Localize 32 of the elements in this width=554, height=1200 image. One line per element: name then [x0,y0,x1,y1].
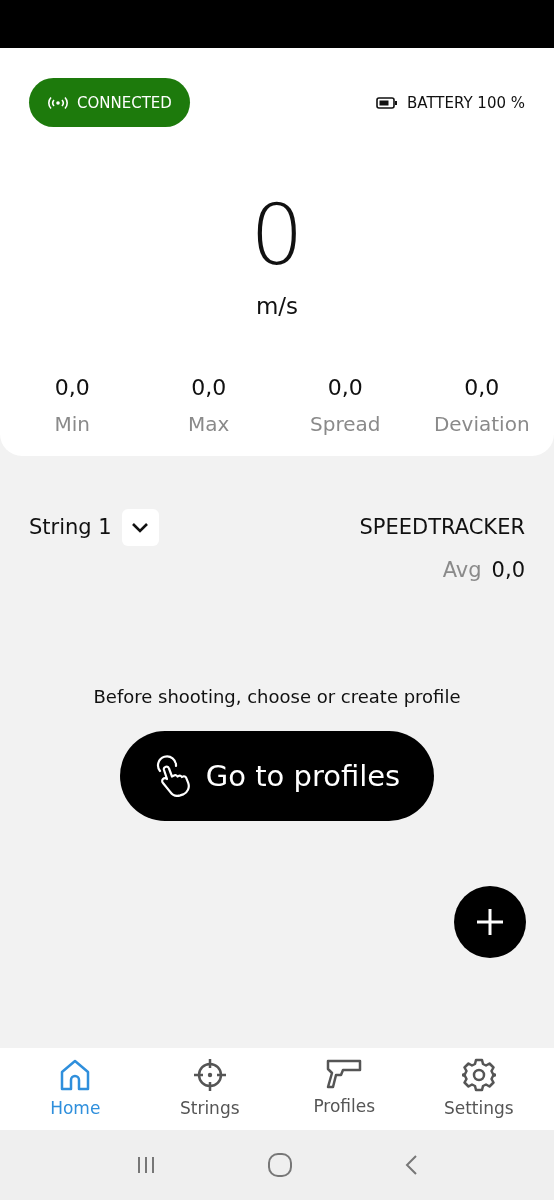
stat-value: 0,0 [54,375,90,400]
crosshair-icon [192,1058,227,1092]
avg-value: 0,0 [491,558,525,582]
pistol-icon [326,1058,363,1090]
nav-tab[interactable]: Settings [423,1048,534,1130]
signal-icon [47,95,69,110]
battery-icon [376,96,398,109]
stat-label: Min [54,412,90,436]
connection-status-chip: CONNECTED [29,78,190,127]
string-dropdown-button[interactable] [121,508,159,546]
stat-label: Max [188,412,230,436]
go-to-profiles-button[interactable]: Go to profiles [120,731,434,821]
recent-apps-icon[interactable] [135,1156,156,1174]
nav-tab[interactable]: Strings [154,1048,265,1130]
battery-label: BATTERY 100 % [407,93,525,112]
stat-value: 0,0 [327,375,363,400]
prompt-text: Before shooting, choose or create profile [93,686,461,707]
avg-label: Avg [442,558,482,582]
back-icon[interactable] [404,1154,419,1176]
plus-icon [475,907,505,937]
string-label: String 1 [29,515,112,539]
settings-icon [461,1058,496,1092]
speed-value: 0 [250,187,304,283]
stat-label: Deviation [433,412,530,436]
home-icon [59,1058,92,1092]
nav-tab[interactable]: Profiles [289,1048,400,1130]
device-name: SPEEDTRACKER [359,514,525,541]
chevron-down-icon [131,521,150,533]
stat-value: 0,0 [464,375,500,400]
stat-label: Spread [310,412,381,436]
speed-unit: m/s [255,293,299,319]
stat-value: 0,0 [191,375,227,400]
